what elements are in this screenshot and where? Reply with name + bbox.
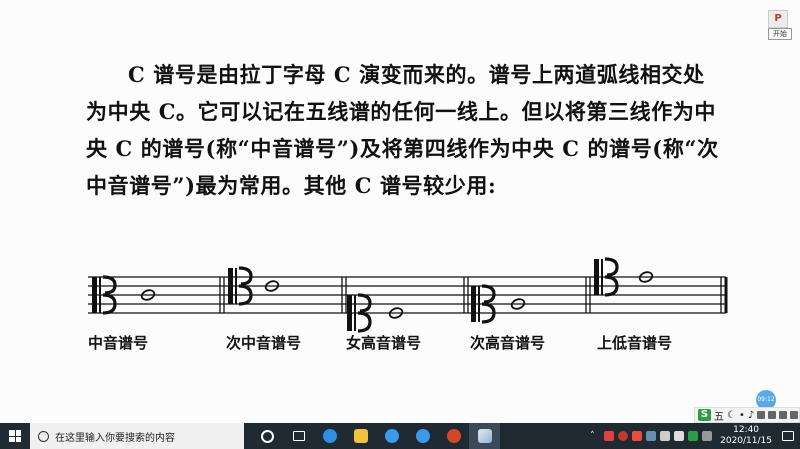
grid-icon[interactable] [768, 411, 777, 419]
clef-stem [92, 277, 97, 313]
ie-icon[interactable] [376, 423, 407, 449]
clef-stem [99, 277, 101, 313]
notification-icon[interactable] [782, 431, 794, 441]
app-tray-icon[interactable] [632, 431, 643, 441]
ime-toolbar[interactable]: S 五 ☾ • ♪ [694, 407, 800, 423]
start-button[interactable] [0, 423, 30, 449]
app-tray-icon[interactable] [604, 431, 615, 441]
presentation-corner-widget[interactable]: P 开始 [766, 10, 792, 40]
volume-icon[interactable] [674, 431, 685, 441]
app-tray-icon[interactable] [618, 431, 629, 441]
taskbar-apps [252, 423, 500, 449]
ime-mode[interactable]: 五 [714, 408, 724, 423]
task-view-icon[interactable] [283, 423, 314, 449]
clef-stem [228, 268, 233, 304]
mic-icon[interactable]: ♪ [748, 410, 754, 421]
sogou-tray-icon[interactable] [688, 431, 699, 441]
photo-app-icon[interactable] [469, 423, 500, 449]
clef-stem [347, 295, 352, 331]
file-explorer-icon[interactable] [345, 423, 376, 449]
taskbar-search-box[interactable]: 在这里输入你要搜索的内容 [30, 423, 244, 449]
paragraph-line: 为中央 C。它可以记在五线谱的任何一线上。但以将第三线作为中 [86, 99, 717, 124]
chevron-up-icon[interactable]: ˄ [590, 431, 600, 441]
cortana-icon[interactable] [252, 423, 283, 449]
clef-stem [594, 259, 599, 295]
sogou-logo-icon[interactable]: S [698, 409, 711, 421]
search-input[interactable]: 在这里输入你要搜索的内容 [55, 429, 175, 444]
clef-stem [601, 259, 603, 295]
keyboard-icon[interactable] [757, 411, 766, 419]
clef-stem [354, 295, 356, 331]
powerpoint-icon[interactable]: P [768, 10, 788, 28]
clef-label-soprano: 女高音谱号 [346, 334, 422, 352]
search-icon [38, 430, 49, 442]
slide-canvas: C 谱号是由拉丁字母 C 演变而来的。谱号上两道弧线相交处 为中央 C。它可以记… [0, 0, 800, 423]
moon-icon[interactable]: ☾ [727, 410, 736, 421]
staff-lines [88, 276, 726, 314]
clef-label-alto: 中音谱号 [88, 334, 149, 352]
clock-date: 2020/11/15 [720, 436, 772, 446]
paragraph-line: C 谱号是由拉丁字母 C 演变而来的。谱号上两道弧线相交处 [128, 62, 705, 87]
windows-logo-icon [9, 430, 21, 442]
paragraph-line: 央 C 的谱号(称“中音谱号”)及将第四线作为中央 C 的谱号(称“次 [86, 136, 719, 161]
taskbar-clock[interactable]: 12:40 2020/11/15 [720, 425, 772, 447]
clock-time: 12:40 [733, 425, 760, 435]
clef-stem [235, 268, 237, 304]
toolbox-icon[interactable] [779, 411, 788, 419]
start-button[interactable]: 开始 [768, 28, 792, 40]
system-tray: ˄ 12:40 2020/11/15 [590, 423, 800, 449]
app-tray-icon[interactable] [702, 431, 713, 441]
app-tray-icon[interactable] [646, 431, 657, 441]
music-staff-figure [88, 257, 728, 333]
windows-taskbar: 在这里输入你要搜索的内容 ˄ 12:40 2020/11/15 [0, 423, 800, 449]
body-paragraph: C 谱号是由拉丁字母 C 演变而来的。谱号上两道弧线相交处 为中央 C。它可以记… [86, 56, 746, 204]
clef-label-tenor: 次中音谱号 [226, 334, 302, 352]
dot-icon[interactable]: • [739, 410, 745, 421]
paragraph-line: 中音谱号”)最为常用。其他 C 谱号较少用: [86, 173, 497, 198]
ie-icon[interactable] [407, 423, 438, 449]
powerpoint-icon[interactable] [438, 423, 469, 449]
shirt-icon[interactable] [790, 411, 799, 419]
clef-stem [471, 286, 476, 322]
clef-label-baritone: 上低音谱号 [597, 334, 673, 352]
clef-label-mezzo-soprano: 次高音谱号 [470, 334, 546, 352]
clef-stem [478, 286, 480, 322]
network-icon[interactable] [660, 431, 671, 441]
edge-icon[interactable] [314, 423, 345, 449]
